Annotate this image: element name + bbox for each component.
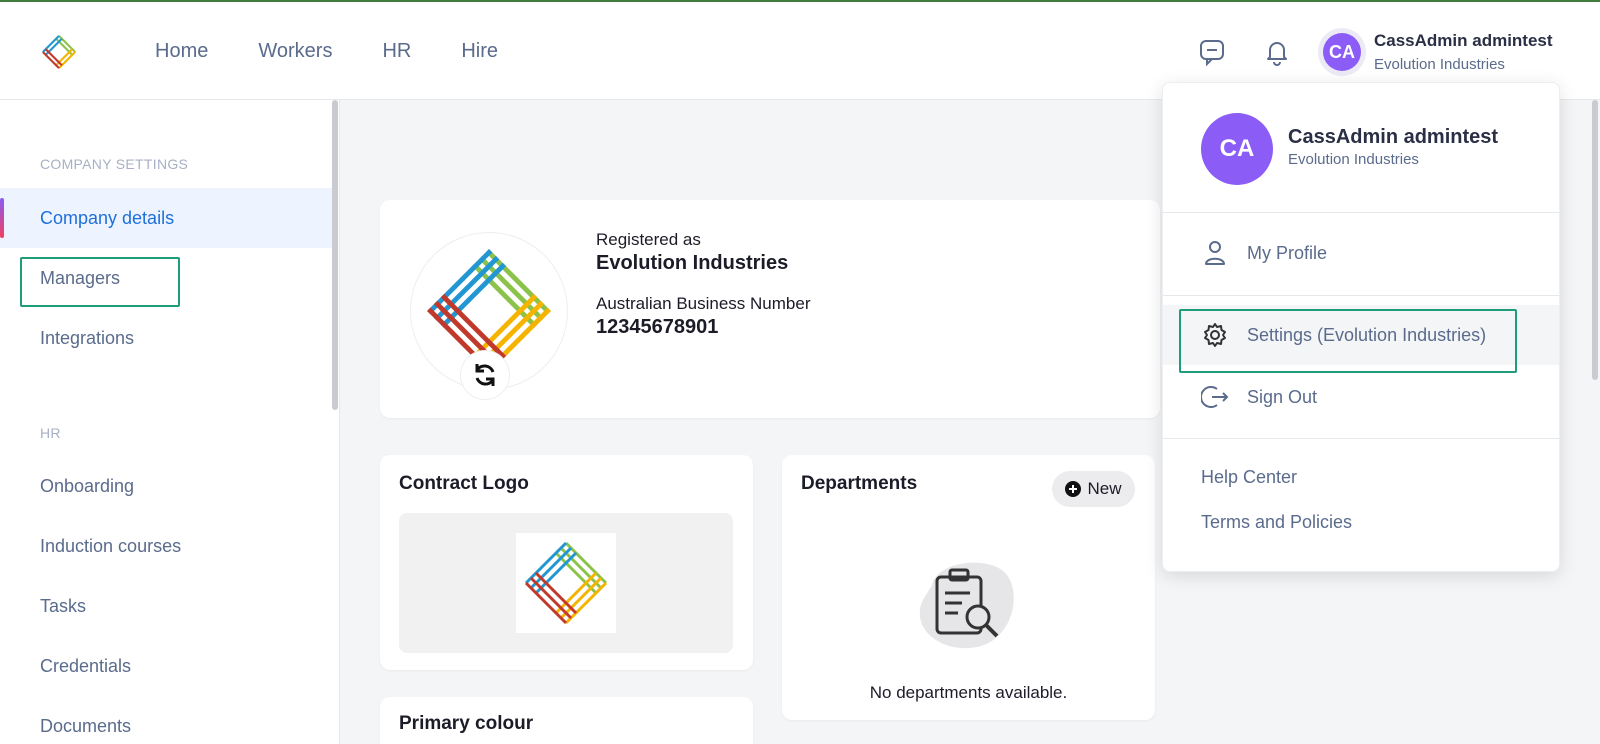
departments-empty-text: No departments available. xyxy=(869,683,1068,702)
new-department-button[interactable]: New xyxy=(1052,471,1135,507)
sidebar-item-onboarding[interactable]: Onboarding xyxy=(0,456,332,516)
contract-logo-icon xyxy=(524,541,608,625)
menu-item-sign-out[interactable]: Sign Out xyxy=(1163,367,1559,427)
menu-item-my-profile-label: My Profile xyxy=(1247,242,1328,263)
nav-hire[interactable]: Hire xyxy=(461,40,498,63)
divider xyxy=(1163,438,1559,439)
menu-item-sign-out-label: Sign Out xyxy=(1247,386,1318,407)
app-logo-icon[interactable] xyxy=(40,33,78,71)
plus-circle-icon xyxy=(1065,481,1082,497)
departments-title: Departments xyxy=(801,473,918,494)
sidebar-item-credentials[interactable]: Credentials xyxy=(0,636,332,696)
dropdown-user-name: CassAdmin admintest xyxy=(1288,126,1499,148)
sidebar-item-company-details[interactable]: Company details xyxy=(0,188,332,248)
new-department-label: New xyxy=(1087,479,1122,498)
user-org: Evolution Industries xyxy=(1374,56,1505,73)
primary-colour-card: Primary colour xyxy=(380,697,753,744)
avatar: CA xyxy=(1323,33,1361,71)
user-icon xyxy=(1201,239,1229,267)
section-label-hr: HR xyxy=(40,425,61,441)
menu-item-my-profile[interactable]: My Profile xyxy=(1163,223,1559,283)
user-name[interactable]: CassAdmin admintest xyxy=(1374,31,1553,51)
contract-logo-title: Contract Logo xyxy=(399,473,529,494)
highlight-managers xyxy=(20,257,180,307)
sidebar: COMPANY SETTINGS Company details Manager… xyxy=(0,100,340,744)
sidebar-scrollbar[interactable] xyxy=(332,100,338,410)
nav-home[interactable]: Home xyxy=(155,40,208,63)
main-nav: Home Workers HR Hire xyxy=(155,40,498,63)
abn-label: Australian Business Number xyxy=(596,294,811,313)
sidebar-item-tasks[interactable]: Tasks xyxy=(0,576,332,636)
departments-card: Departments New No departments available… xyxy=(782,455,1155,720)
divider xyxy=(1163,295,1559,296)
dropdown-user-org: Evolution Industries xyxy=(1288,151,1419,168)
sidebar-item-documents[interactable]: Documents xyxy=(0,696,332,744)
primary-colour-title: Primary colour xyxy=(399,713,534,734)
terms-policies-link[interactable]: Terms and Policies xyxy=(1201,512,1352,533)
sign-out-icon xyxy=(1201,383,1229,411)
clipboard-search-icon xyxy=(919,562,1014,649)
help-center-link[interactable]: Help Center xyxy=(1201,467,1297,488)
contract-logo-preview[interactable] xyxy=(399,513,733,653)
sidebar-item-integrations[interactable]: Integrations xyxy=(0,308,332,368)
main-scrollbar[interactable] xyxy=(1592,100,1598,380)
company-details-card: Registered as Evolution Industries Austr… xyxy=(380,200,1160,418)
change-logo-button[interactable] xyxy=(460,350,510,400)
nav-hr[interactable]: HR xyxy=(382,40,411,63)
user-avatar-button[interactable]: CA xyxy=(1318,28,1366,76)
sidebar-item-induction-courses[interactable]: Induction courses xyxy=(0,516,332,576)
contract-logo-image xyxy=(516,533,616,633)
contract-logo-card: Contract Logo xyxy=(380,455,753,670)
nav-workers[interactable]: Workers xyxy=(258,40,332,63)
bell-icon[interactable] xyxy=(1263,38,1291,66)
section-label-company-settings: COMPANY SETTINGS xyxy=(40,156,189,172)
user-dropdown-menu: CA CassAdmin admintest Evolution Industr… xyxy=(1162,82,1560,572)
dropdown-avatar: CA xyxy=(1201,113,1273,185)
refresh-icon xyxy=(475,364,495,386)
registered-value: Evolution Industries xyxy=(596,252,789,274)
registered-label: Registered as xyxy=(596,230,701,249)
divider xyxy=(1163,212,1559,213)
highlight-settings xyxy=(1179,309,1517,373)
chat-icon[interactable] xyxy=(1198,38,1226,66)
abn-value: 12345678901 xyxy=(596,316,719,338)
